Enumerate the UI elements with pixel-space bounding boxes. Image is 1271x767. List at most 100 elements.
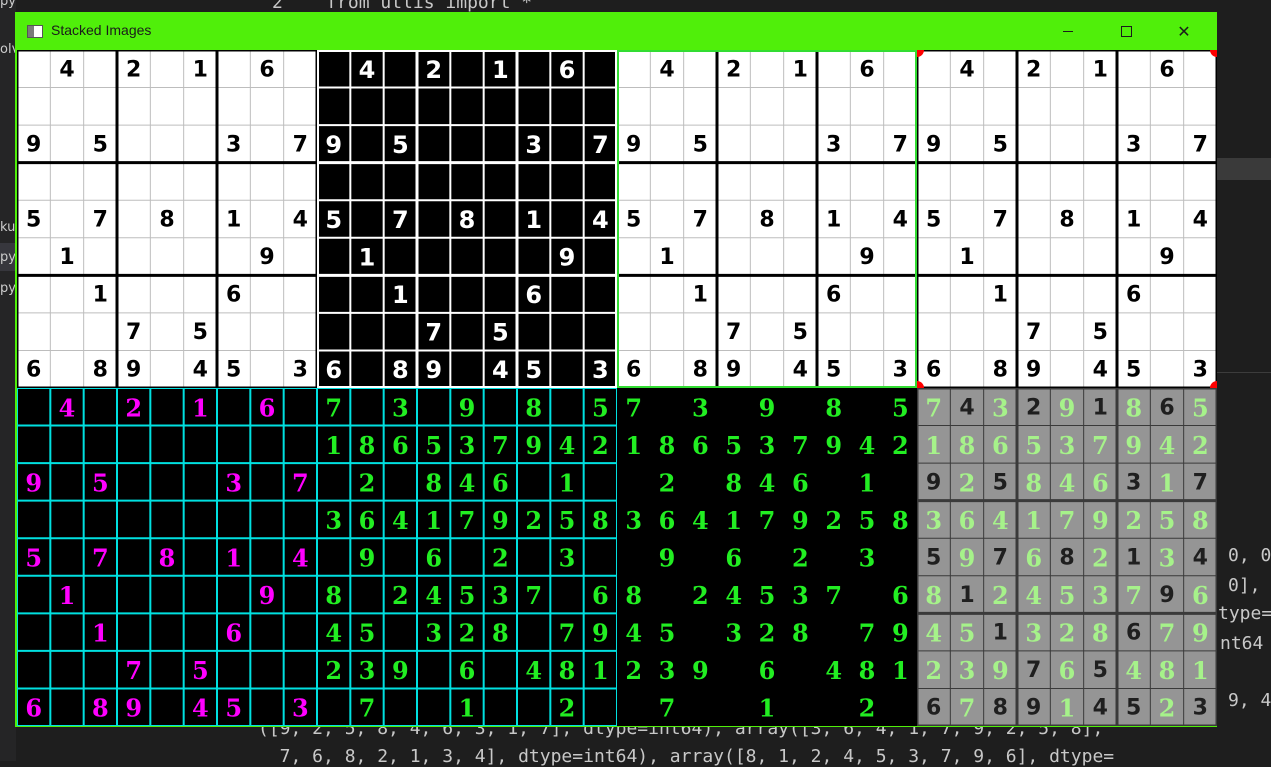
overlay-solution-digit: 2	[1192, 431, 1209, 460]
solution-digit: 3	[792, 581, 809, 610]
threshold-digit: 8	[392, 356, 409, 384]
threshold-digit: 5	[325, 206, 342, 234]
detected-digit: 4	[59, 393, 76, 422]
solution-digit: 2	[625, 656, 642, 685]
solution-digit: 9	[825, 431, 842, 460]
threshold-digit: 5	[392, 131, 409, 159]
overlay-solution-digit: 8	[925, 581, 942, 610]
detected-digit: 4	[292, 544, 309, 573]
detected-digit: 9	[259, 581, 276, 610]
given-digit: 7	[893, 132, 908, 157]
solution-digit: 2	[659, 468, 676, 497]
given-digit: 4	[1093, 358, 1108, 383]
threshold-digit: 9	[559, 244, 576, 272]
detected-digit: 8	[92, 694, 109, 723]
given-digit: 1	[1093, 57, 1108, 82]
detected-digit: 1	[59, 581, 76, 610]
solution-digit: 9	[692, 656, 709, 685]
ide-sidebar-item[interactable]: py	[0, 0, 16, 9]
ide-code-line: 7, 6, 8, 2, 1, 3, 4], dtype=int64), arra…	[258, 746, 1115, 767]
solution-digit: 6	[792, 468, 809, 497]
overlay-solution-digit: 7	[959, 694, 976, 723]
solution-digit: 5	[559, 506, 576, 535]
given-digit: 2	[126, 57, 141, 82]
overlay-solution-digit: 2	[1159, 694, 1176, 723]
corner-points-image-panel-svg: 4 2 1 69 5 3 75 7 8 1 41 91 67 56 8 9 4 5 3	[917, 50, 1217, 388]
detected-digits-panel-svg: 4 2 1 69 5 3 75 7 8 1 41 91 67 56 8 9 4 5 3	[17, 388, 317, 726]
given-digit: 2	[1026, 57, 1041, 82]
solution-digit: 8	[525, 393, 542, 422]
threshold-digit: 1	[359, 244, 376, 272]
overlay-solution-digit: 1	[925, 431, 942, 460]
given-digit: 8	[693, 358, 708, 383]
threshold-digit: 4	[592, 206, 609, 234]
threshold-image-panel: 4216953757814191675689453	[317, 50, 617, 388]
overlay-solution-digit: 8	[1159, 656, 1176, 685]
given-digit: 4	[293, 208, 308, 233]
overlay-solution-digit: 4	[1025, 581, 1042, 610]
given-digit: 5	[93, 132, 108, 157]
detected-digit: 9	[25, 468, 42, 497]
detected-digit: 1	[92, 619, 109, 648]
ide-sidebar-item[interactable]: py	[0, 250, 16, 265]
given-digit: 9	[1159, 245, 1174, 270]
detected-digit: 7	[292, 468, 309, 497]
given-digit: 6	[1126, 283, 1141, 308]
overlay-solution-digit: 9	[959, 544, 976, 573]
overlay-given-digit: 1	[1093, 395, 1108, 420]
solution-digit: 4	[625, 619, 642, 648]
solution-digit: 5	[759, 581, 776, 610]
solution-digit: 5	[725, 431, 742, 460]
solution-digit: 8	[359, 431, 376, 460]
given-digit: 1	[93, 283, 108, 308]
contours-image-panel: 4216953757814191675689453	[617, 50, 917, 388]
solution-digit: 2	[592, 431, 609, 460]
overlay-given-digit: 9	[1159, 583, 1174, 608]
overlay-solution-digit: 7	[1092, 431, 1109, 460]
threshold-digit: 7	[392, 206, 409, 234]
solution-digit: 7	[359, 694, 376, 723]
overlay-given-digit: 5	[1093, 658, 1108, 683]
given-digit: 3	[1126, 132, 1141, 157]
given-digit: 1	[793, 57, 808, 82]
threshold-digit: 7	[425, 319, 442, 347]
overlay-solution-digit: 3	[1059, 431, 1076, 460]
threshold-digit: 1	[525, 206, 542, 234]
ide-sidebar-item[interactable]: ku	[0, 220, 15, 235]
given-digit: 6	[626, 358, 641, 383]
overlay-solution-digit: 2	[1125, 506, 1142, 535]
given-digit: 3	[293, 358, 308, 383]
overlay-given-digit: 4	[1193, 546, 1208, 571]
minimize-button[interactable]	[1039, 12, 1097, 50]
overlay-solution-digit: 4	[1125, 656, 1142, 685]
threshold-digit: 8	[459, 206, 476, 234]
given-digit: 1	[826, 208, 841, 233]
overlay-solution-digit: 2	[959, 468, 976, 497]
maximize-button[interactable]	[1097, 12, 1155, 50]
solution-digit: 9	[792, 506, 809, 535]
detected-digit: 5	[92, 468, 109, 497]
close-button[interactable]: ✕	[1155, 12, 1213, 50]
solution-digit: 5	[359, 619, 376, 648]
overlay-solution-digit: 1	[1159, 468, 1176, 497]
solution-digit: 3	[325, 506, 342, 535]
given-digit: 4	[659, 57, 674, 82]
solution-digits-panel: 7398518653794228461364179258962382453764…	[617, 388, 917, 726]
ide-code-line: 0, 0	[1228, 545, 1271, 566]
given-digit: 9	[626, 132, 641, 157]
solution-digit: 5	[459, 581, 476, 610]
given-digit: 7	[993, 208, 1008, 233]
ide-sidebar-item[interactable]: py	[0, 281, 16, 296]
solution-digit: 8	[492, 619, 509, 648]
overlay-given-digit: 5	[926, 546, 941, 571]
ide-code-line: nt64	[1220, 633, 1264, 654]
given-digit: 8	[93, 358, 108, 383]
stacked-images-window[interactable]: Stacked Images ✕ 42169537578141916756894…	[15, 12, 1217, 727]
solution-digit: 9	[892, 619, 909, 648]
minimize-icon	[1063, 30, 1073, 32]
title-bar[interactable]: Stacked Images ✕	[15, 12, 1217, 50]
solution-digit: 6	[725, 544, 742, 573]
solution-digit: 4	[692, 506, 709, 535]
given-digit: 4	[959, 57, 974, 82]
given-digit: 7	[1026, 320, 1041, 345]
